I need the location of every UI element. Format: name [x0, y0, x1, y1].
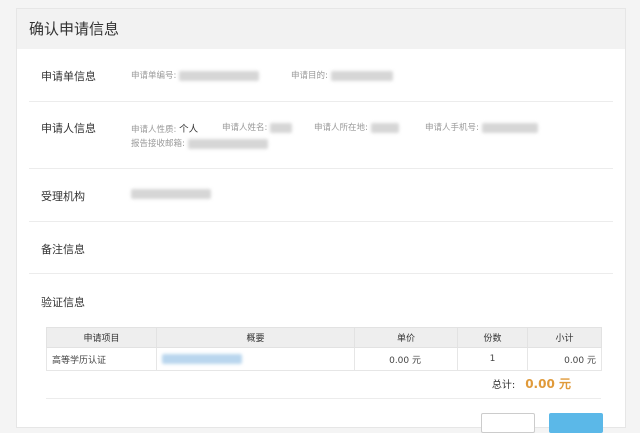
table-header: 申请项目 概要 单价 份数 小计 — [46, 327, 602, 348]
applicant-location-field: 申请人所在地: — [314, 121, 399, 133]
applicant-type-field: 申请人性质: 个人 — [131, 121, 198, 135]
col-summary: 概要 — [156, 327, 355, 348]
applicant-phone-label: 申请人手机号: — [425, 123, 479, 133]
total: 总计: 0.00 元 — [492, 375, 571, 392]
col-subtotal: 小计 — [527, 327, 602, 348]
applicant-phone-field: 申请人手机号: — [425, 121, 538, 133]
agency-label: 受理机构 — [41, 190, 85, 203]
col-price: 单价 — [354, 327, 458, 348]
purpose-field: 申请目的: — [291, 69, 393, 81]
order-no-field: 申请单编号: — [131, 69, 260, 81]
order-label: 申请单信息 — [41, 70, 96, 83]
order-no-value — [179, 70, 260, 81]
order-no-label: 申请单编号: — [131, 71, 177, 81]
remark-label: 备注信息 — [41, 243, 85, 256]
total-label: 总计: — [491, 380, 516, 391]
email-value — [187, 138, 268, 149]
agency-section: 受理机构 — [29, 169, 613, 222]
purpose-value — [330, 70, 393, 81]
applicant-type-label: 申请人性质: — [131, 125, 177, 135]
applicant-section: 申请人信息 申请人性质: 个人 申请人姓名: 申请人所在地: 申请人手机号: 报… — [29, 102, 613, 169]
confirm-card: 确认申请信息 申请单信息 申请单编号: 申请目的: 申请人信息 申请人性质: 个… — [16, 8, 626, 433]
col-item: 申请项目 — [46, 327, 157, 348]
divider — [46, 398, 601, 399]
email-field: 报告接收邮箱: — [131, 137, 268, 149]
cell-price: 0.00 元 — [354, 347, 458, 371]
email-label: 报告接收邮箱: — [131, 139, 185, 149]
applicant-location-value — [370, 122, 399, 133]
applicant-phone-value — [481, 122, 538, 133]
page-title: 确认申请信息 — [17, 9, 625, 49]
cell-qty: 1 — [457, 347, 528, 371]
applicant-name-label: 申请人姓名: — [222, 123, 268, 133]
col-qty: 份数 — [457, 327, 528, 348]
applicant-location-label: 申请人所在地: — [314, 123, 368, 133]
table-row: 高等学历认证 0.00 元 1 0.00 元 — [46, 347, 602, 371]
total-value: 0.00 元 — [525, 377, 571, 391]
agency-value — [131, 189, 211, 200]
applicant-name-field: 申请人姓名: — [222, 121, 293, 133]
verify-label: 验证信息 — [41, 296, 85, 309]
back-button[interactable] — [481, 413, 535, 433]
purpose-label: 申请目的: — [291, 71, 328, 81]
verify-table: 申请项目 概要 单价 份数 小计 高等学历认证 0.00 元 1 0.00 元 — [46, 327, 602, 371]
cell-subtotal: 0.00 元 — [527, 347, 602, 371]
cell-summary[interactable] — [156, 347, 355, 371]
applicant-type-value: 个人 — [179, 124, 199, 135]
order-section: 申请单信息 申请单编号: 申请目的: — [29, 49, 613, 102]
submit-button[interactable] — [549, 413, 603, 433]
applicant-label: 申请人信息 — [41, 122, 96, 135]
remark-section: 备注信息 — [29, 222, 613, 274]
cell-item: 高等学历认证 — [46, 347, 157, 371]
applicant-name-value — [270, 122, 293, 133]
